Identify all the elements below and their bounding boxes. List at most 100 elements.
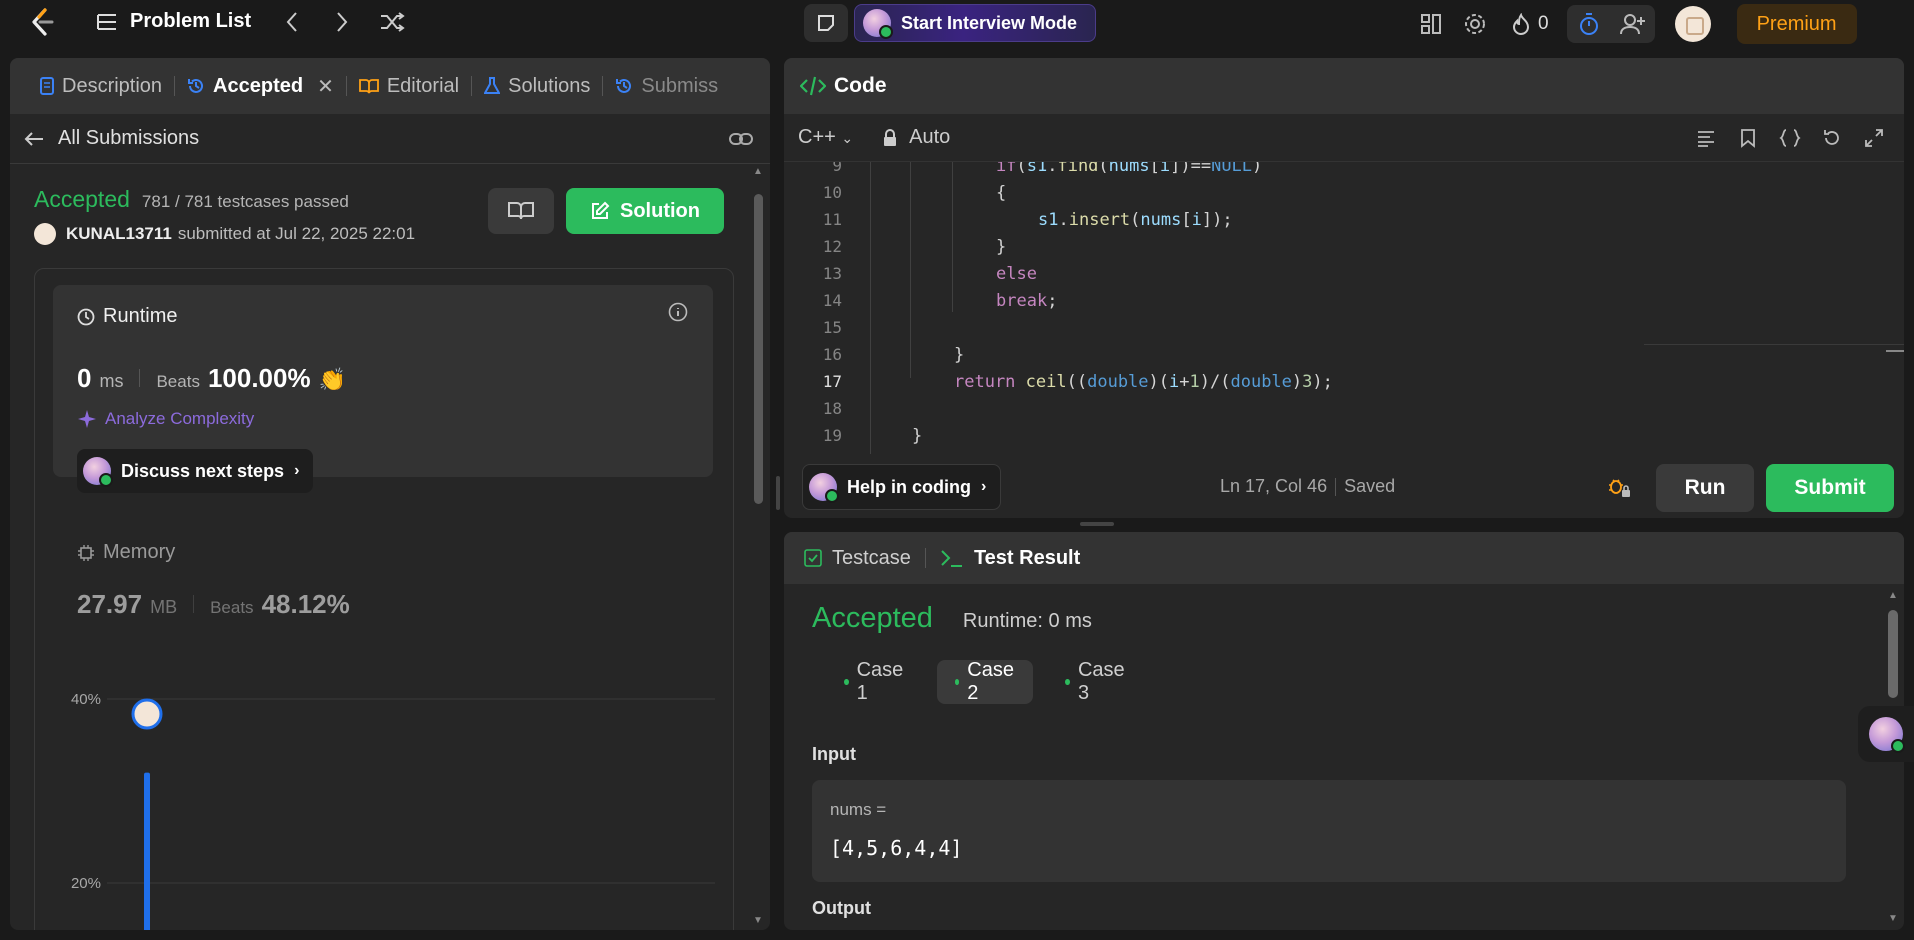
analyze-complexity-link[interactable]: Analyze Complexity [77, 409, 254, 429]
testcases-passed: 781 / 781 testcases passed [141, 192, 349, 211]
bookmark-icon[interactable] [1736, 126, 1760, 150]
left-scrollbar[interactable]: ▲ ▼ [752, 166, 764, 926]
chart-bar[interactable] [144, 772, 150, 930]
ai-avatar-icon [863, 9, 893, 39]
clap-icon: 👏 [318, 367, 347, 392]
case-3-tab[interactable]: Case 3 [1047, 659, 1144, 704]
code-line-9: if(s1.find(nums[i])==NULL) [996, 162, 1263, 176]
editorial-button[interactable] [488, 188, 554, 234]
code-panel: Code C++ ⌄ Auto 9 if(s1.find(nums[i])==NU… [784, 58, 1904, 518]
scroll-up-icon[interactable]: ▲ [1888, 590, 1898, 601]
code-title: Code [834, 74, 887, 97]
tab-solutions[interactable]: Solutions [472, 75, 602, 98]
link-icon[interactable] [728, 128, 754, 150]
submit-button[interactable]: Submit [1766, 464, 1894, 512]
streak-counter[interactable]: 0 [1500, 13, 1561, 35]
case-2-tab[interactable]: Case 2 [936, 659, 1034, 704]
memory-beats-label: Beats [210, 598, 254, 617]
debug-lock-icon[interactable] [1606, 474, 1632, 500]
close-icon[interactable]: ✕ [317, 74, 334, 99]
leetcode-logo-icon[interactable] [28, 7, 56, 37]
tab-test-result[interactable]: Test Result [974, 547, 1080, 570]
user-avatar[interactable] [34, 223, 56, 245]
user-avatar[interactable] [1674, 6, 1711, 42]
start-interview-button[interactable]: Start Interview Mode [854, 4, 1097, 42]
memory-title: Memory [103, 541, 176, 563]
vertical-resize-handle[interactable] [776, 476, 780, 510]
scroll-down-icon[interactable]: ▼ [1888, 913, 1898, 924]
beats-value: 100.00% [207, 363, 311, 393]
layout-icon[interactable] [1412, 5, 1450, 43]
scrollbar-thumb[interactable] [1888, 610, 1898, 698]
tab-editorial[interactable]: Editorial [347, 75, 471, 98]
auto-mode-label[interactable]: Auto [909, 126, 950, 149]
horizontal-resize-handle[interactable] [1080, 522, 1114, 526]
premium-button[interactable]: Premium [1736, 4, 1857, 44]
scrollbar-thumb[interactable] [754, 194, 763, 504]
note-icon[interactable] [804, 4, 848, 42]
book-icon [358, 78, 379, 94]
line-number: 14 [822, 291, 842, 310]
all-submissions-link[interactable]: All Submissions [58, 127, 199, 150]
braces-icon[interactable] [1778, 126, 1802, 150]
memory-unit: MB [150, 597, 178, 617]
code-line-17: return ceil((double)(i+1)/(double)3); [954, 371, 1333, 392]
gear-icon[interactable] [1456, 5, 1494, 43]
divider [1335, 477, 1337, 496]
timer-group [1566, 5, 1655, 43]
tab-accepted[interactable]: Accepted ✕ [175, 74, 346, 99]
info-icon[interactable] [667, 301, 689, 323]
scroll-down-icon[interactable]: ▼ [753, 915, 763, 926]
arrow-left-icon[interactable] [24, 131, 44, 147]
memory-title-row: Memory [77, 541, 175, 564]
list-icon [96, 12, 118, 32]
lock-icon [883, 128, 897, 147]
right-tools: 0 Premium [1412, 4, 1857, 44]
shuffle-icon[interactable] [378, 10, 406, 34]
pass-dot [844, 679, 849, 685]
run-button[interactable]: Run [1656, 464, 1754, 512]
chip-icon [77, 544, 95, 562]
code-header: Code [784, 58, 1904, 114]
case-label: Case 3 [1077, 659, 1125, 704]
problem-list-button[interactable]: Problem List [96, 10, 251, 33]
streak-count: 0 [1538, 13, 1549, 34]
line-number: 17 [822, 372, 842, 391]
case-tabs: Case 1 Case 2 Case 3 [826, 659, 1144, 704]
language-label: C++ [798, 126, 836, 148]
line-number: 13 [822, 264, 842, 283]
runtime-distribution-chart: 40% 20% [71, 691, 715, 930]
help-in-coding-button[interactable]: Help in coding › [802, 464, 1002, 510]
tab-submissions[interactable]: Submiss [603, 75, 730, 98]
reset-icon[interactable] [1820, 126, 1844, 150]
code-editor[interactable]: 9 if(s1.find(nums[i])==NULL) 10 { 11 s1.ins… [784, 162, 1904, 454]
discuss-next-steps-button[interactable]: Discuss next steps › [77, 449, 314, 493]
format-icon[interactable] [1694, 126, 1718, 150]
add-user-icon[interactable] [1611, 5, 1655, 43]
saved-status: Saved [1344, 476, 1396, 496]
solution-button[interactable]: Solution [566, 188, 724, 234]
chevron-left-icon[interactable] [280, 10, 304, 34]
username[interactable]: KUNAL13711 [66, 224, 172, 244]
solution-label: Solution [620, 199, 700, 222]
divider [139, 369, 141, 387]
tab-testcase[interactable]: Testcase [832, 547, 911, 570]
divider [193, 595, 195, 613]
code-line-19: } [912, 425, 923, 446]
chevron-right-icon[interactable] [330, 10, 354, 34]
tab-description[interactable]: Description [28, 75, 174, 98]
ai-avatar-icon [809, 473, 839, 503]
analyze-label: Analyze Complexity [105, 409, 255, 428]
scroll-up-icon[interactable]: ▲ [753, 166, 763, 177]
problem-list-label: Problem List [130, 10, 252, 32]
test-result-panel: Testcase Test Result Accepted Runtime: 0… [784, 532, 1904, 930]
code-line-13: else [996, 263, 1037, 284]
expand-icon[interactable] [1862, 126, 1886, 150]
your-submission-marker[interactable] [131, 698, 163, 730]
timer-icon[interactable] [1567, 5, 1611, 43]
case-1-tab[interactable]: Case 1 [826, 659, 923, 704]
floating-assistant-button[interactable] [1858, 706, 1914, 762]
runtime-title: Runtime [103, 305, 178, 327]
history-icon [615, 77, 633, 95]
language-select[interactable]: C++ ⌄ [798, 126, 853, 149]
